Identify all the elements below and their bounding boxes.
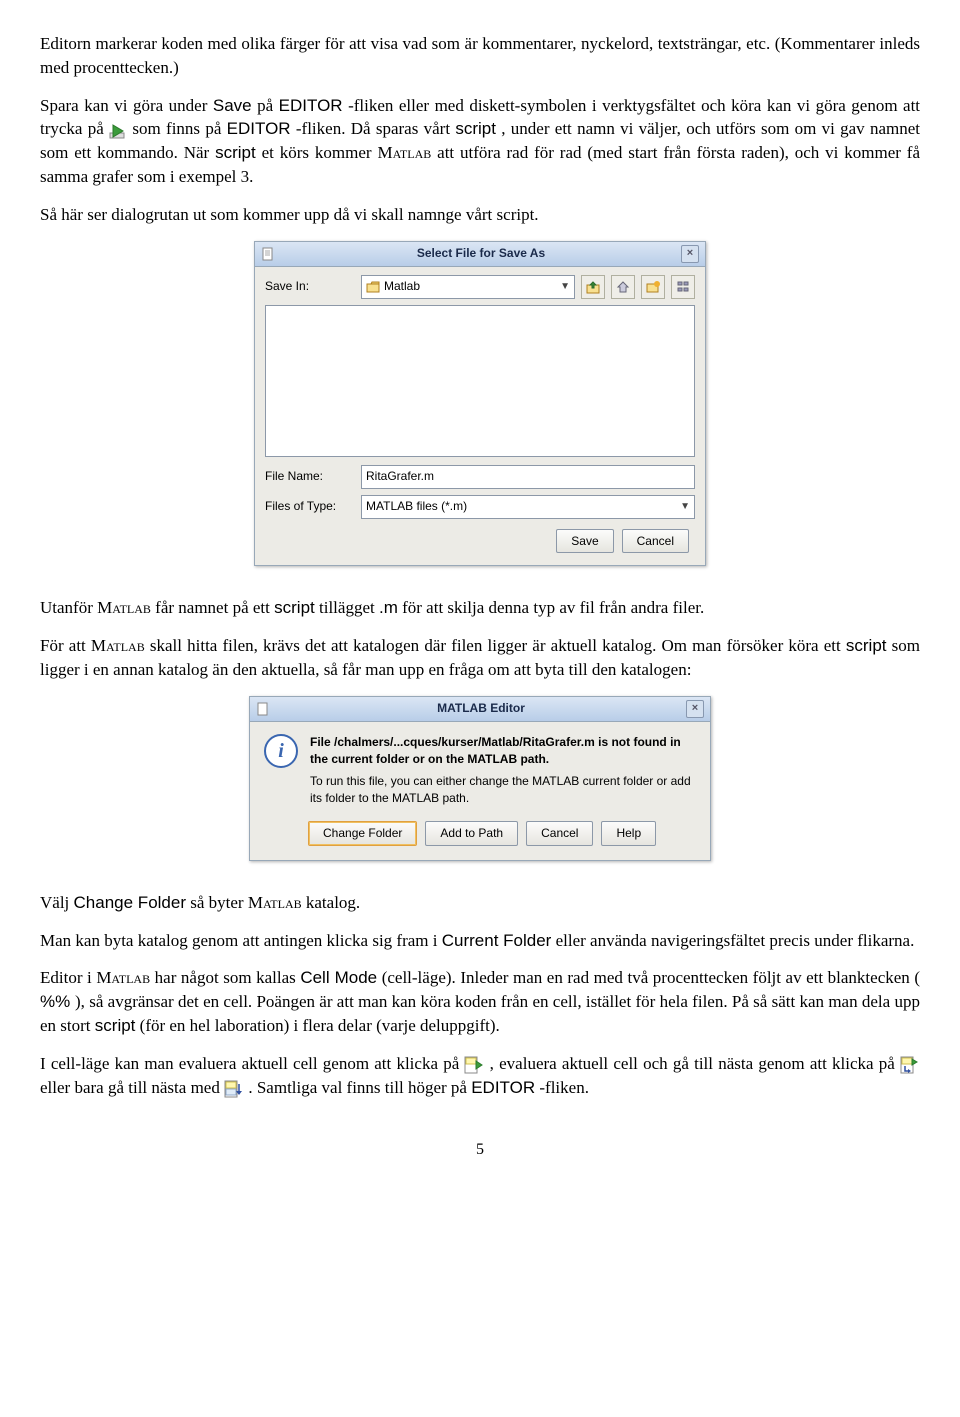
label-script: script bbox=[846, 636, 887, 655]
paragraph: För att Matlab skall hitta filen, krävs … bbox=[40, 634, 920, 682]
paragraph: Så här ser dialogrutan ut som kommer upp… bbox=[40, 203, 920, 227]
text: som finns på bbox=[132, 119, 226, 138]
paragraph: I cell-läge kan man evaluera aktuell cel… bbox=[40, 1052, 920, 1100]
new-folder-button[interactable] bbox=[641, 275, 665, 299]
save-as-dialog: Select File for Save As × Save In: Matla… bbox=[254, 241, 706, 567]
paragraph: Editorn markerar koden med olika färger … bbox=[40, 32, 920, 80]
label-script: script bbox=[95, 1016, 136, 1035]
save-in-combo[interactable]: Matlab ▼ bbox=[361, 275, 575, 299]
message-bold: File /chalmers/...cques/kurser/Matlab/Ri… bbox=[310, 734, 696, 768]
home-button[interactable] bbox=[611, 275, 635, 299]
file-type-label: Files of Type: bbox=[265, 498, 355, 515]
text: , evaluera aktuell cell och gå till näst… bbox=[490, 1054, 900, 1073]
paragraph: Välj Change Folder så byter Matlab katal… bbox=[40, 891, 920, 915]
text: För att bbox=[40, 636, 91, 655]
save-button[interactable]: Save bbox=[556, 529, 613, 554]
chevron-down-icon: ▼ bbox=[680, 500, 690, 514]
text: skall hitta filen, krävs det att katalog… bbox=[150, 636, 846, 655]
label-matlab: Matlab bbox=[377, 143, 431, 162]
paragraph: Utanför Matlab får namnet på ett script … bbox=[40, 596, 920, 620]
save-in-value: Matlab bbox=[384, 278, 420, 295]
text: Spara kan vi göra under bbox=[40, 96, 213, 115]
paragraph: Editor i Matlab har något som kallas Cel… bbox=[40, 966, 920, 1037]
help-button[interactable]: Help bbox=[601, 821, 656, 846]
text: -fliken. bbox=[539, 1078, 589, 1097]
text: Utanför bbox=[40, 598, 97, 617]
text: -fliken. Då sparas vårt bbox=[296, 119, 455, 138]
text: (cell-läge). Inleder man en rad med två … bbox=[382, 968, 920, 987]
file-type-combo[interactable]: MATLAB files (*.m) ▼ bbox=[361, 495, 695, 519]
text: tillägget bbox=[319, 598, 379, 617]
text: I cell-läge kan man evaluera aktuell cel… bbox=[40, 1054, 464, 1073]
text: (för en hel laboration) i flera delar (v… bbox=[140, 1016, 500, 1035]
text: på bbox=[257, 96, 279, 115]
text: Man kan byta katalog genom att antingen … bbox=[40, 931, 442, 950]
document-icon bbox=[256, 702, 270, 716]
label-matlab: Matlab bbox=[91, 636, 145, 655]
label-editor: EDITOR bbox=[227, 119, 291, 138]
file-name-label: File Name: bbox=[265, 468, 355, 485]
dialog-titlebar: MATLAB Editor × bbox=[250, 697, 710, 722]
text: katalog. bbox=[306, 893, 360, 912]
close-icon[interactable]: × bbox=[681, 245, 699, 263]
cancel-button[interactable]: Cancel bbox=[622, 529, 689, 554]
text: et körs kommer bbox=[262, 143, 378, 162]
paragraph: Spara kan vi göra under Save på EDITOR -… bbox=[40, 94, 920, 189]
run-icon bbox=[109, 122, 127, 138]
text: för att skilja denna typ av fil från and… bbox=[402, 598, 704, 617]
label-editor: EDITOR bbox=[471, 1078, 535, 1097]
info-icon: i bbox=[264, 734, 298, 768]
dialog-titlebar: Select File for Save As × bbox=[255, 242, 705, 267]
label-script: script bbox=[455, 119, 496, 138]
dialog-title: Select File for Save As bbox=[281, 245, 681, 262]
view-button[interactable] bbox=[671, 275, 695, 299]
chevron-down-icon: ▼ bbox=[560, 280, 570, 294]
message-text: File /chalmers/...cques/kurser/Matlab/Ri… bbox=[310, 734, 696, 807]
label-change-folder: Change Folder bbox=[74, 893, 186, 912]
text: . Samtliga val finns till höger på bbox=[248, 1078, 471, 1097]
up-folder-button[interactable] bbox=[581, 275, 605, 299]
label-current-folder: Current Folder bbox=[442, 931, 552, 950]
message-plain: To run this file, you can either change … bbox=[310, 773, 696, 807]
text: har något som kallas bbox=[155, 968, 301, 987]
text: eller använda navigeringsfältet precis u… bbox=[556, 931, 915, 950]
label-cell-mode: Cell Mode bbox=[300, 968, 377, 987]
document-icon bbox=[261, 247, 275, 261]
dialog-title: MATLAB Editor bbox=[276, 700, 686, 717]
cancel-button[interactable]: Cancel bbox=[526, 821, 593, 846]
page-number: 5 bbox=[40, 1139, 920, 1161]
text: Välj bbox=[40, 893, 74, 912]
evaluate-cell-advance-icon bbox=[900, 1056, 920, 1074]
folder-icon bbox=[366, 281, 380, 293]
text: eller bara gå till nästa med bbox=[40, 1078, 224, 1097]
save-in-label: Save In: bbox=[265, 278, 355, 295]
label-save: Save bbox=[213, 96, 252, 115]
add-to-path-button[interactable]: Add to Path bbox=[425, 821, 518, 846]
editor-warning-dialog: MATLAB Editor × i File /chalmers/...cque… bbox=[249, 696, 711, 861]
file-type-value: MATLAB files (*.m) bbox=[366, 498, 467, 515]
label-editor: EDITOR bbox=[279, 96, 343, 115]
label-mext: .m bbox=[379, 598, 398, 617]
label-matlab: Matlab bbox=[248, 893, 302, 912]
change-folder-button[interactable]: Change Folder bbox=[308, 821, 417, 846]
label-matlab: Matlab bbox=[97, 598, 151, 617]
file-name-input[interactable]: RitaGrafer.m bbox=[361, 465, 695, 489]
close-icon[interactable]: × bbox=[686, 700, 704, 718]
label-script: script bbox=[274, 598, 315, 617]
text: Editor i bbox=[40, 968, 96, 987]
label-matlab: Matlab bbox=[96, 968, 150, 987]
paragraph: Man kan byta katalog genom att antingen … bbox=[40, 929, 920, 953]
advance-cell-icon bbox=[224, 1080, 244, 1098]
file-name-value: RitaGrafer.m bbox=[366, 468, 434, 485]
file-list[interactable] bbox=[265, 305, 695, 457]
label-percent: %% bbox=[40, 992, 75, 1011]
text: så byter bbox=[190, 893, 248, 912]
label-script: script bbox=[215, 143, 256, 162]
text: får namnet på ett bbox=[155, 598, 274, 617]
evaluate-cell-icon bbox=[464, 1056, 484, 1074]
